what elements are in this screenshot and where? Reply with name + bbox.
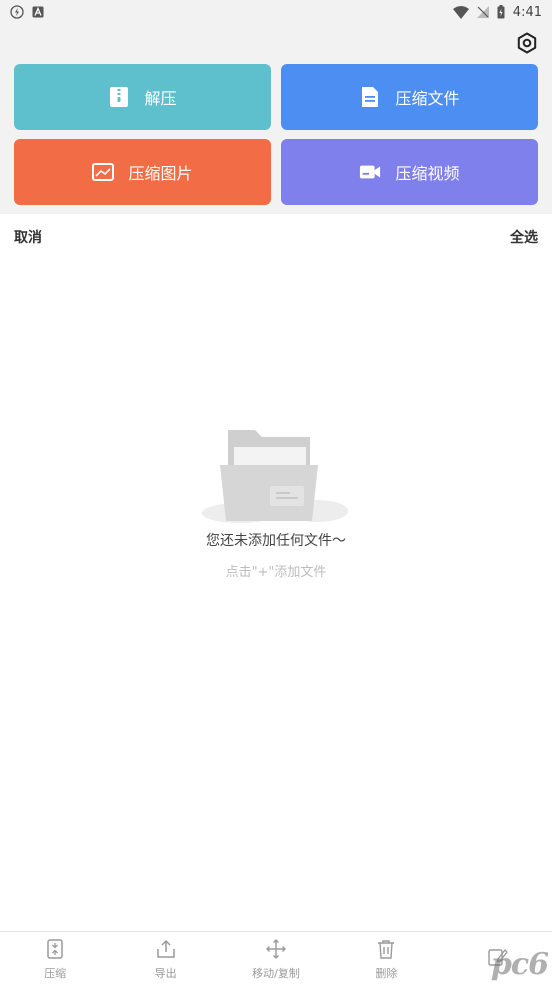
compress-images-tile-button[interactable]: 压缩图片 (14, 139, 271, 205)
extract-tile-label: 解压 (144, 89, 177, 108)
zip-file-icon (108, 86, 130, 108)
move-copy-button[interactable]: 移动/复制 (221, 938, 331, 981)
export-label: 导出 (154, 966, 177, 980)
export-button[interactable]: 导出 (111, 938, 221, 981)
trash-icon (375, 938, 397, 963)
compress-label: 压缩 (44, 966, 67, 980)
compress-files-tile-label: 压缩文件 (395, 89, 460, 108)
notification-a-icon (32, 6, 44, 18)
watermark-logo: pc6 (490, 947, 549, 982)
cancel-button[interactable]: 取消 (14, 227, 42, 247)
empty-folder-illustration (200, 425, 350, 525)
flash-icon (10, 5, 24, 19)
video-camera-icon (359, 161, 381, 183)
compress-video-tile-label: 压缩视频 (395, 164, 460, 183)
export-icon (155, 938, 177, 963)
compress-icon (44, 938, 66, 963)
compress-button[interactable]: 压缩 (0, 938, 110, 981)
no-signal-icon (476, 6, 489, 18)
select-all-button[interactable]: 全选 (510, 227, 538, 247)
compress-files-tile-button[interactable]: 压缩文件 (281, 64, 538, 130)
status-bar: 4:41 (0, 0, 552, 24)
compress-images-tile-label: 压缩图片 (128, 164, 193, 183)
move-copy-label: 移动/复制 (252, 966, 300, 980)
status-time: 4:41 (512, 4, 542, 20)
settings-icon[interactable] (514, 30, 540, 56)
status-left (10, 5, 44, 19)
image-icon (92, 161, 115, 183)
document-icon (359, 86, 381, 108)
delete-button[interactable]: 删除 (331, 938, 441, 981)
delete-label: 删除 (375, 966, 398, 980)
battery-icon (497, 5, 505, 19)
empty-state-title: 您还未添加任何文件～ (206, 533, 346, 549)
extract-tile-button[interactable]: 解压 (14, 64, 271, 130)
wifi-icon (452, 5, 469, 19)
status-right: 4:41 (452, 4, 542, 20)
selection-action-row: 取消 全选 (0, 214, 552, 260)
bottom-toolbar: 压缩 导出 移动/复制 删除 (0, 931, 552, 986)
empty-state-hint: 点击"+"添加文件 (225, 565, 327, 580)
top-panel: 解压 压缩文件 压缩图片 压缩视频 (0, 24, 552, 214)
move-icon (265, 938, 287, 963)
compress-video-tile-button[interactable]: 压缩视频 (281, 139, 538, 205)
